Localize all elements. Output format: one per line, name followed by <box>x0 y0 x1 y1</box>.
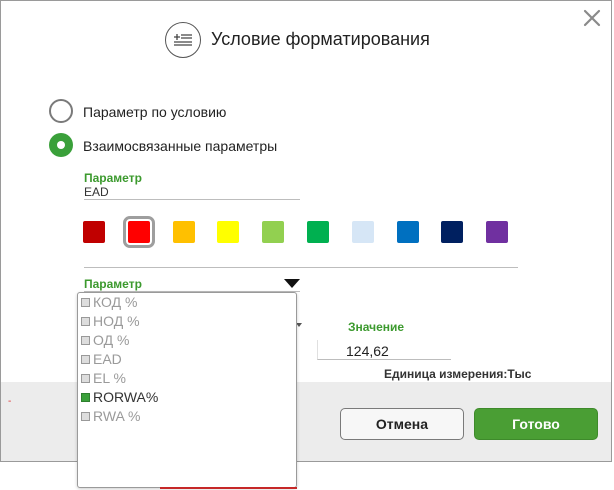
chevron-down-icon[interactable] <box>284 279 300 288</box>
list-item-label: EL % <box>93 370 126 386</box>
cancel-button[interactable]: Отмена <box>340 408 464 440</box>
done-button[interactable]: Готово <box>474 408 598 440</box>
close-icon[interactable] <box>580 6 604 30</box>
list-item-label: RWA % <box>93 408 141 424</box>
list-item-label: НОД % <box>93 313 140 329</box>
dialog-title: Условие форматирования <box>211 29 430 49</box>
list-item-label: ОД % <box>93 332 130 348</box>
color-swatch[interactable] <box>352 221 374 243</box>
radio-linked-parameters-label[interactable]: Взаимосвязанные параметры <box>83 138 277 154</box>
parameter-dropdown-label[interactable]: Параметр <box>84 277 142 291</box>
list-item-marker <box>81 335 90 345</box>
list-item[interactable]: НОД % <box>81 312 140 330</box>
value-field-label: Значение <box>348 320 405 334</box>
format-condition-icon <box>165 22 201 58</box>
parameter-field-label: Параметр <box>84 171 142 185</box>
list-item-label: КОД % <box>93 294 138 310</box>
color-swatch[interactable] <box>262 221 284 243</box>
radio-condition-parameter-label[interactable]: Параметр по условию <box>83 104 226 120</box>
color-swatch[interactable] <box>173 221 195 243</box>
underlying-red-bar <box>160 487 297 489</box>
radio-condition-parameter[interactable] <box>49 99 73 123</box>
list-item-marker <box>81 297 90 307</box>
list-item[interactable]: EAD <box>81 350 122 368</box>
list-item-label: EAD <box>93 351 122 367</box>
color-swatch[interactable] <box>397 221 419 243</box>
color-swatch[interactable] <box>217 221 239 243</box>
list-item-label: RORWA% <box>93 389 159 405</box>
list-item-active[interactable]: RORWA% <box>81 388 158 406</box>
list-item-marker <box>81 411 90 421</box>
unit-text: Единица измерения:Тыс <box>384 367 532 381</box>
value-input-text[interactable]: 124,62 <box>346 343 389 359</box>
palette-divider <box>84 267 518 268</box>
color-swatch[interactable] <box>83 221 105 243</box>
list-item[interactable]: EL % <box>81 369 126 387</box>
list-item-marker <box>81 316 90 326</box>
parameter-field-value[interactable]: EAD <box>84 185 109 199</box>
list-item-marker <box>81 392 90 402</box>
list-item[interactable]: ОД % <box>81 331 129 349</box>
list-item-marker <box>81 354 90 364</box>
color-swatch[interactable] <box>307 221 329 243</box>
footer-mark: - <box>8 396 12 407</box>
list-item[interactable]: КОД % <box>81 293 137 311</box>
parameter-field-underline <box>84 199 300 200</box>
radio-linked-parameters[interactable] <box>49 133 73 157</box>
color-swatch[interactable] <box>486 221 508 243</box>
color-swatch[interactable] <box>123 216 155 248</box>
list-item-marker <box>81 373 90 383</box>
parameter-dropdown-list: КОД % НОД % ОД % EAD EL % RORWA% RWA % <box>77 292 297 488</box>
list-item[interactable]: RWA % <box>81 407 140 425</box>
color-swatch[interactable] <box>441 221 463 243</box>
